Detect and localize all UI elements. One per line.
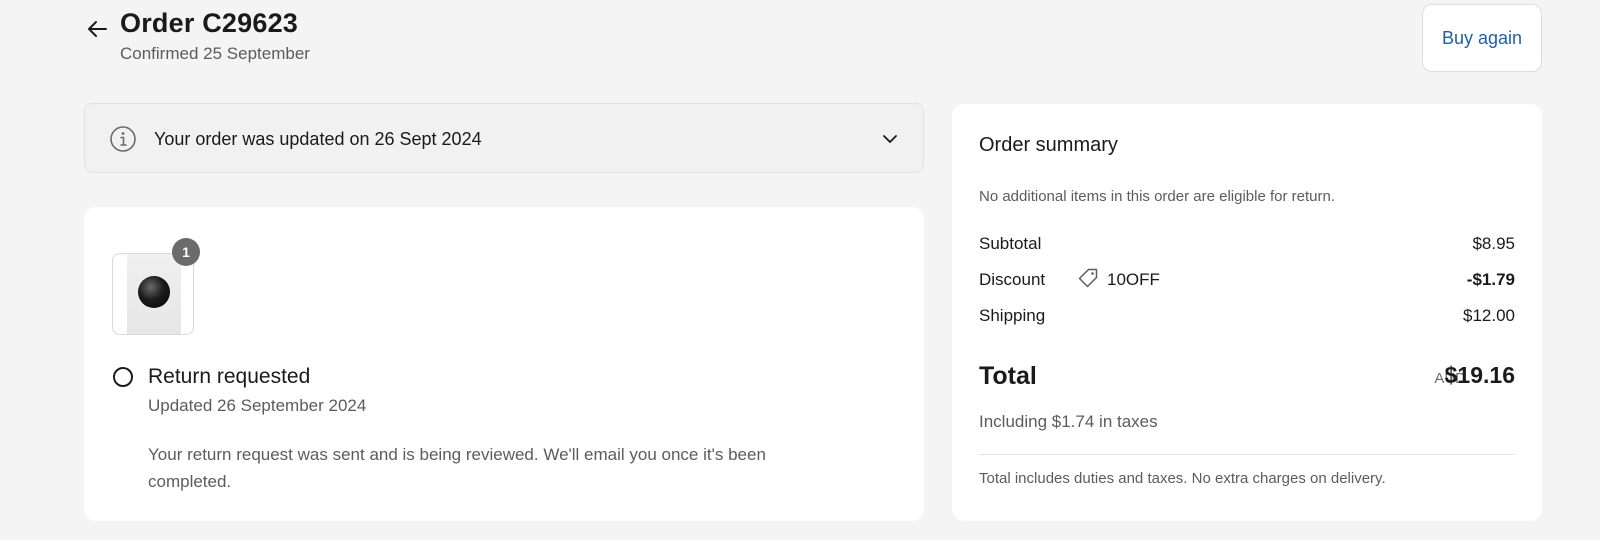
subtotal-label: Subtotal — [979, 234, 1042, 253]
discount-label: Discount — [979, 270, 1046, 289]
banner-text: Your order was updated on 26 Sept 2024 — [154, 129, 482, 149]
quantity-badge: 1 — [172, 238, 200, 266]
tag-icon — [1078, 268, 1098, 288]
order-summary-card: Order summary No additional items in thi… — [952, 104, 1542, 521]
shipping-label: Shipping — [979, 306, 1046, 325]
return-status-date: Updated 26 September 2024 — [148, 396, 367, 415]
summary-heading: Order summary — [979, 134, 1118, 156]
status-circle-icon — [113, 367, 133, 387]
discount-row: Discount 10OFF -$1.79 — [979, 268, 1515, 294]
product-image-ring — [138, 276, 170, 308]
order-page: Order C29623 Confirmed 25 September Buy … — [0, 0, 1600, 540]
shipping-value: $12.00 — [1463, 306, 1515, 325]
subtotal-value: $8.95 — [1472, 234, 1515, 253]
subtotal-row: Subtotal $8.95 — [979, 234, 1515, 258]
discount-code: 10OFF — [1107, 270, 1160, 289]
return-status-card: Return requested Updated 26 September 20… — [84, 207, 924, 521]
order-update-banner[interactable]: Your order was updated on 26 Sept 2024 — [84, 103, 924, 173]
page-title: Order C29623 — [120, 8, 299, 38]
taxes-note: Including $1.74 in taxes — [979, 412, 1158, 431]
duties-note: Total includes duties and taxes. No extr… — [979, 470, 1386, 487]
discount-value: -$1.79 — [1466, 270, 1515, 289]
order-header: Order C29623 Confirmed 25 September Buy … — [84, 4, 1542, 78]
info-icon — [110, 126, 136, 152]
chevron-down-icon[interactable] — [881, 130, 899, 148]
buy-again-button[interactable]: Buy again — [1422, 4, 1542, 72]
return-status-title: Return requested — [148, 365, 311, 388]
total-label: Total — [979, 362, 1037, 390]
summary-divider — [979, 454, 1515, 455]
back-button[interactable] — [84, 16, 110, 42]
order-confirmed-date: Confirmed 25 September — [120, 44, 310, 63]
return-eligibility-note: No additional items in this order are el… — [979, 188, 1336, 205]
shipping-row: Shipping $12.00 — [979, 306, 1515, 330]
total-value: $19.16 — [1444, 362, 1515, 388]
arrow-left-icon — [88, 21, 107, 37]
return-status-message: Your return request was sent and is bein… — [148, 445, 766, 491]
